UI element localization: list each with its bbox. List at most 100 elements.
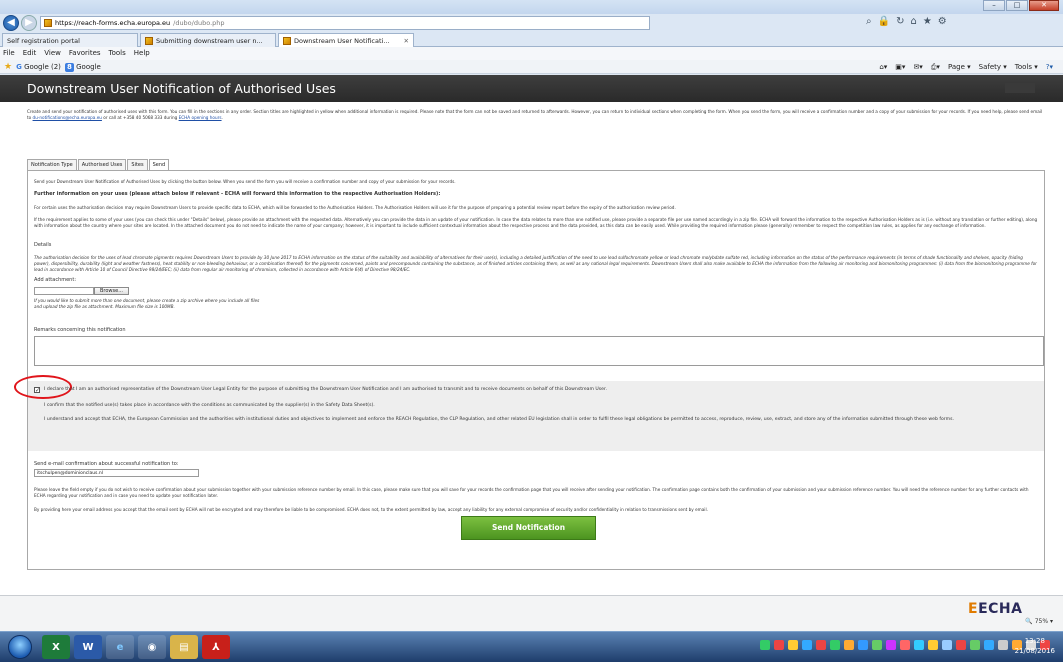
email-note: Please leave the field empty if you do n… <box>34 487 1029 498</box>
tab-favicon-icon <box>145 36 153 45</box>
explorer-taskbar-icon[interactable]: ▤ <box>170 635 198 659</box>
favorites-bar: ★ G Google (2) 8 Google ⌂▾ ▣▾ ✉▾ ⎙▾ Page… <box>0 60 1063 74</box>
url-domain: https://reach-forms.echa.europa.eu <box>55 19 171 27</box>
clock-time: 13:28 <box>1024 637 1045 645</box>
menu-bar: File Edit View Favorites Tools Help <box>0 47 1063 60</box>
tray-icon[interactable] <box>886 640 896 650</box>
feeds-icon[interactable]: ▣▾ <box>895 60 905 74</box>
menu-favorites[interactable]: Favorites <box>69 47 101 60</box>
media-taskbar-icon[interactable]: ◉ <box>138 635 166 659</box>
mail-icon[interactable]: ✉▾ <box>913 60 922 74</box>
requirement-paragraph: For certain uses the authorisation decis… <box>34 205 676 210</box>
browser-tab-self-registration[interactable]: Self registration portal <box>2 33 138 47</box>
fav-label: Google <box>76 63 101 71</box>
tray-icon[interactable] <box>802 640 812 650</box>
browser-tab-downstream[interactable]: Downstream User Notificati... ✕ <box>278 33 414 48</box>
taskbar: X W e ◉ ▤ ⅄ 13:28 21/08/2016 <box>0 631 1063 662</box>
browse-button[interactable]: Browse... <box>94 287 129 295</box>
zoom-control[interactable]: 🔍 75% ▾ <box>1025 618 1053 625</box>
tray-icon[interactable] <box>928 640 938 650</box>
tray-icon[interactable] <box>774 640 784 650</box>
tray-icon[interactable] <box>942 640 952 650</box>
url-field[interactable]: https://reach-forms.echa.europa.eu/dubo/… <box>40 16 650 30</box>
help-icon[interactable]: ?▾ <box>1046 60 1053 74</box>
echa-logo-mark: E <box>968 601 979 617</box>
system-tray <box>760 640 1050 650</box>
tray-icon[interactable] <box>970 640 980 650</box>
tray-icon[interactable] <box>956 640 966 650</box>
browser-tab-submitting[interactable]: Submitting downstream user n... <box>140 33 276 47</box>
home-icon[interactable]: ⌂▾ <box>879 60 887 74</box>
tray-icon[interactable] <box>760 640 770 650</box>
menu-help[interactable]: Help <box>134 47 150 60</box>
menu-edit[interactable]: Edit <box>23 47 37 60</box>
menu-file[interactable]: File <box>3 47 15 60</box>
home-icon[interactable]: ⌂ <box>910 16 916 27</box>
print-icon[interactable]: ⎙▾ <box>931 60 940 74</box>
acrobat-taskbar-icon[interactable]: ⅄ <box>202 635 230 659</box>
clock-date: 21/08/2016 <box>1014 647 1055 655</box>
confirmation-email-input[interactable]: itschulpen@dominionclaus.nl <box>34 469 199 477</box>
tray-icon[interactable] <box>844 640 854 650</box>
tools-menu[interactable]: Tools ▾ <box>1015 60 1038 74</box>
tray-icon[interactable] <box>788 640 798 650</box>
tab-label: Submitting downstream user n... <box>156 36 263 45</box>
clock[interactable]: 13:28 21/08/2016 <box>1015 636 1055 656</box>
fav-google-2[interactable]: G Google (2) <box>16 60 61 74</box>
ie-taskbar-icon[interactable]: e <box>106 635 134 659</box>
refresh-icon[interactable]: ↻ <box>896 16 904 27</box>
tab-label: Self registration portal <box>7 36 80 45</box>
remarks-textarea[interactable] <box>34 336 1044 366</box>
page-content: Downstream User Notification of Authoris… <box>0 75 1063 595</box>
details-label: Details <box>34 242 52 248</box>
form-tabs: Notification Type Authorised Uses Sites … <box>27 159 170 171</box>
send-instructions: Send your Downstream User Notification o… <box>34 179 456 184</box>
google-square-icon: 8 <box>64 63 74 72</box>
tab-notification-type[interactable]: Notification Type <box>27 159 77 170</box>
minimize-button[interactable]: – <box>983 0 1005 11</box>
excel-taskbar-icon[interactable]: X <box>42 635 70 659</box>
tab-close-icon[interactable]: ✕ <box>404 35 409 47</box>
tray-icon[interactable] <box>872 640 882 650</box>
menu-view[interactable]: View <box>44 47 61 60</box>
forward-button[interactable]: ▶ <box>21 15 37 31</box>
tab-sites[interactable]: Sites <box>127 159 148 170</box>
tab-authorised-uses[interactable]: Authorised Uses <box>77 159 127 170</box>
command-bar: ⌂▾ ▣▾ ✉▾ ⎙▾ Page ▾ Safety ▾ Tools ▾ ?▾ <box>879 60 1053 74</box>
safety-menu[interactable]: Safety ▾ <box>979 60 1007 74</box>
menu-tools[interactable]: Tools <box>109 47 126 60</box>
page-menu[interactable]: Page ▾ <box>948 60 971 74</box>
tray-icon[interactable] <box>858 640 868 650</box>
url-tools: ⌕ 🔒 ↻ ⌂ ★ ⚙ <box>866 16 947 27</box>
attachment-hint-2: and upload the zip file as attachment. M… <box>34 304 175 309</box>
gear-icon[interactable]: ⚙ <box>938 16 947 27</box>
opening-hours-link[interactable]: ECHA opening hours <box>179 115 222 120</box>
back-button[interactable]: ◀ <box>3 15 19 31</box>
search-icon[interactable]: ⌕ <box>866 16 872 27</box>
favorites-star-icon[interactable]: ★ <box>4 60 12 74</box>
privacy-note: By providing here your email address you… <box>34 507 708 512</box>
word-taskbar-icon[interactable]: W <box>74 635 102 659</box>
send-notification-button[interactable]: Send Notification <box>461 516 596 540</box>
page-title: Downstream User Notification of Authoris… <box>27 81 336 96</box>
attachment-file-input[interactable] <box>34 287 94 295</box>
status-bar: EECHA 🔍 75% ▾ <box>0 595 1063 631</box>
close-window-button[interactable]: ✕ <box>1029 0 1059 11</box>
tray-icon[interactable] <box>900 640 910 650</box>
lock-icon[interactable]: 🔒 <box>878 16 890 27</box>
tray-icon[interactable] <box>984 640 994 650</box>
maximize-button[interactable]: □ <box>1006 0 1028 11</box>
tab-favicon-icon <box>283 37 291 45</box>
fav-google[interactable]: 8 Google <box>64 60 101 74</box>
tray-icon[interactable] <box>830 640 840 650</box>
further-info-heading: Further information on your uses (please… <box>34 191 441 197</box>
tray-icon[interactable] <box>998 640 1008 650</box>
favorites-star-icon[interactable]: ★ <box>923 16 932 27</box>
attachment-paragraph: If the requirement applies to some of yo… <box>34 217 1038 228</box>
tray-icon[interactable] <box>816 640 826 650</box>
intro-text: Create and send your notification of aut… <box>27 109 1045 121</box>
start-button[interactable] <box>8 635 32 659</box>
tray-icon[interactable] <box>914 640 924 650</box>
echa-logo-text: ECHA <box>978 601 1023 617</box>
help-email-link[interactable]: du-notifications@echa.europa.eu <box>33 115 102 120</box>
